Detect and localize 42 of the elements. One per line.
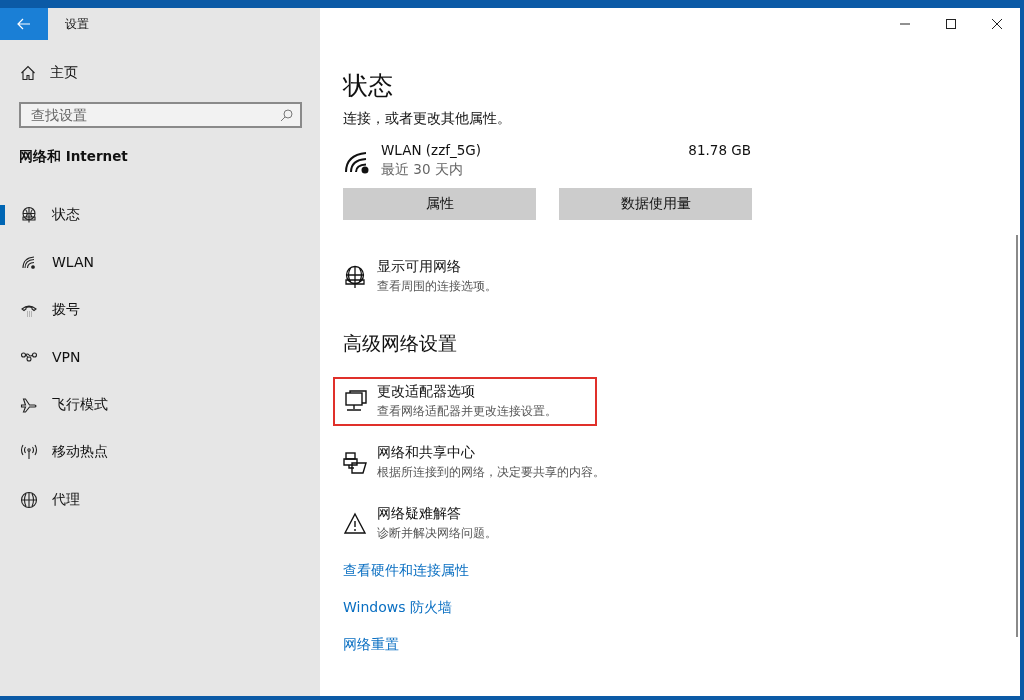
airplane-icon [20, 395, 38, 414]
settings-link[interactable]: Windows 防火墙 [343, 599, 452, 617]
globe-monitor-icon [343, 264, 367, 289]
settings-option[interactable]: 更改适配器选项 查看网络适配器并更改连接设置。 [333, 377, 597, 426]
globe-icon [20, 490, 38, 509]
sidebar-nav-item[interactable]: 代理 [0, 476, 320, 524]
maximize-icon [945, 18, 957, 30]
network-name: WLAN (zzf_5G) [381, 142, 483, 158]
home-nav-item[interactable]: 主页 [0, 56, 320, 90]
action-button[interactable]: 属性 [343, 188, 536, 220]
warning-icon [343, 511, 367, 536]
sidebar-nav-item[interactable]: 移动热点 [0, 428, 320, 476]
sidebar-nav-item[interactable]: 拨号 [0, 286, 320, 334]
usage-period: 最近 30 天内 [381, 161, 464, 179]
settings-link[interactable]: 网络重置 [343, 636, 399, 654]
action-button[interactable]: 数据使用量 [559, 188, 752, 220]
data-usage: 81.78 GB [688, 142, 751, 158]
settings-link[interactable]: 查看硬件和连接属性 [343, 562, 469, 580]
section-heading: 高级网络设置 [343, 331, 457, 356]
section-heading: 网络和 Internet [19, 148, 129, 166]
scrollbar[interactable] [1016, 235, 1018, 637]
back-button[interactable] [0, 8, 48, 40]
monitor-icon [343, 389, 367, 414]
wifi-icon [20, 253, 38, 272]
sidebar-nav-item[interactable]: 状态 [0, 191, 320, 239]
sidebar-nav-item[interactable]: VPN [0, 333, 320, 381]
window-title: 设置 [65, 15, 89, 33]
settings-option[interactable]: 网络疑难解答 诊断并解决网络问题。 [333, 499, 505, 548]
sidebar-nav-item[interactable]: WLAN [0, 238, 320, 286]
home-icon [20, 65, 36, 81]
back-arrow-icon [17, 18, 31, 30]
page-title: 状态 [343, 70, 393, 102]
search-icon [280, 109, 293, 122]
description-text: 连接，或者更改其他属性。 [343, 110, 511, 128]
search-field[interactable]: 查找设置 [19, 102, 302, 128]
show-networks-option[interactable]: 显示可用网络 查看周围的连接选项。 [333, 252, 505, 301]
globe-monitor-icon [20, 205, 38, 224]
settings-option[interactable]: 网络和共享中心 根据所连接到的网络，决定要共享的内容。 [333, 438, 613, 487]
hotspot-icon [20, 443, 38, 462]
sidebar-nav-item[interactable]: 飞行模式 [0, 381, 320, 429]
close-icon [991, 18, 1003, 30]
printer-folder-icon [343, 450, 367, 475]
